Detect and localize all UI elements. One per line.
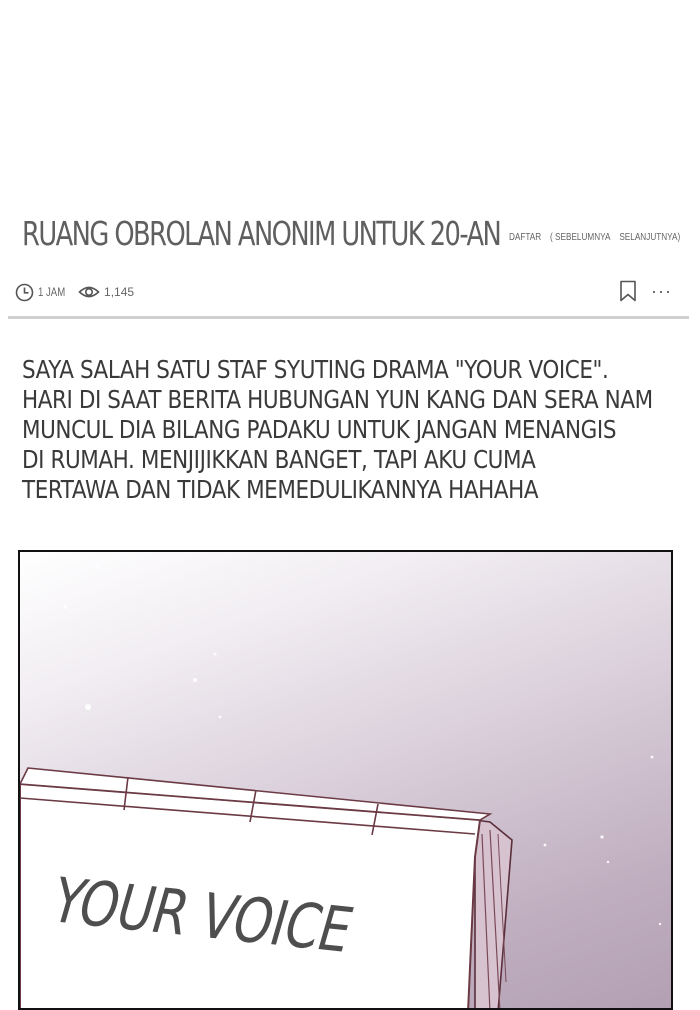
comic-panel: YOUR VOICE <box>18 550 673 1010</box>
post-line: HARI DI SAAT BERITA HUBUNGAN YUN KANG DA… <box>22 385 653 414</box>
clock-icon <box>15 283 34 302</box>
post-actions: ··· <box>619 280 672 307</box>
eye-icon <box>78 284 100 300</box>
post-time: 1 JAM <box>38 285 66 299</box>
header-divider <box>8 316 689 319</box>
post-body: SAYA SALAH SATU STAF SYUTING DRAMA "YOUR… <box>22 355 692 505</box>
view-count: 1,145 <box>104 285 135 299</box>
post-line: MUNCUL DIA BILANG PADAKU UNTUK JANGAN ME… <box>22 415 617 444</box>
more-icon[interactable]: ··· <box>651 282 672 300</box>
bookmark-icon[interactable] <box>619 280 637 307</box>
post-line: TERTAWA DAN TIDAK MEMEDULIKANNYA HAHAHA <box>22 475 539 504</box>
post-meta: 1 JAM 1,145 <box>15 282 134 302</box>
book-edge <box>474 819 513 1008</box>
post-navigation: DAFTAR ( SEBELUMNYA SELANJUTNYA) <box>509 232 687 243</box>
previous-link[interactable]: ( SEBELUMNYA <box>550 232 610 243</box>
list-link[interactable]: DAFTAR <box>509 232 541 243</box>
post-line: SAYA SALAH SATU STAF SYUTING DRAMA "YOUR… <box>22 355 609 384</box>
next-link[interactable]: SELANJUTNYA) <box>619 232 680 243</box>
post-line: DI RUMAH. MENJIJIKKAN BANGET, TAPI AKU C… <box>22 445 536 474</box>
board-title: RUANG OBROLAN ANONIM UNTUK 20-AN <box>22 214 502 253</box>
